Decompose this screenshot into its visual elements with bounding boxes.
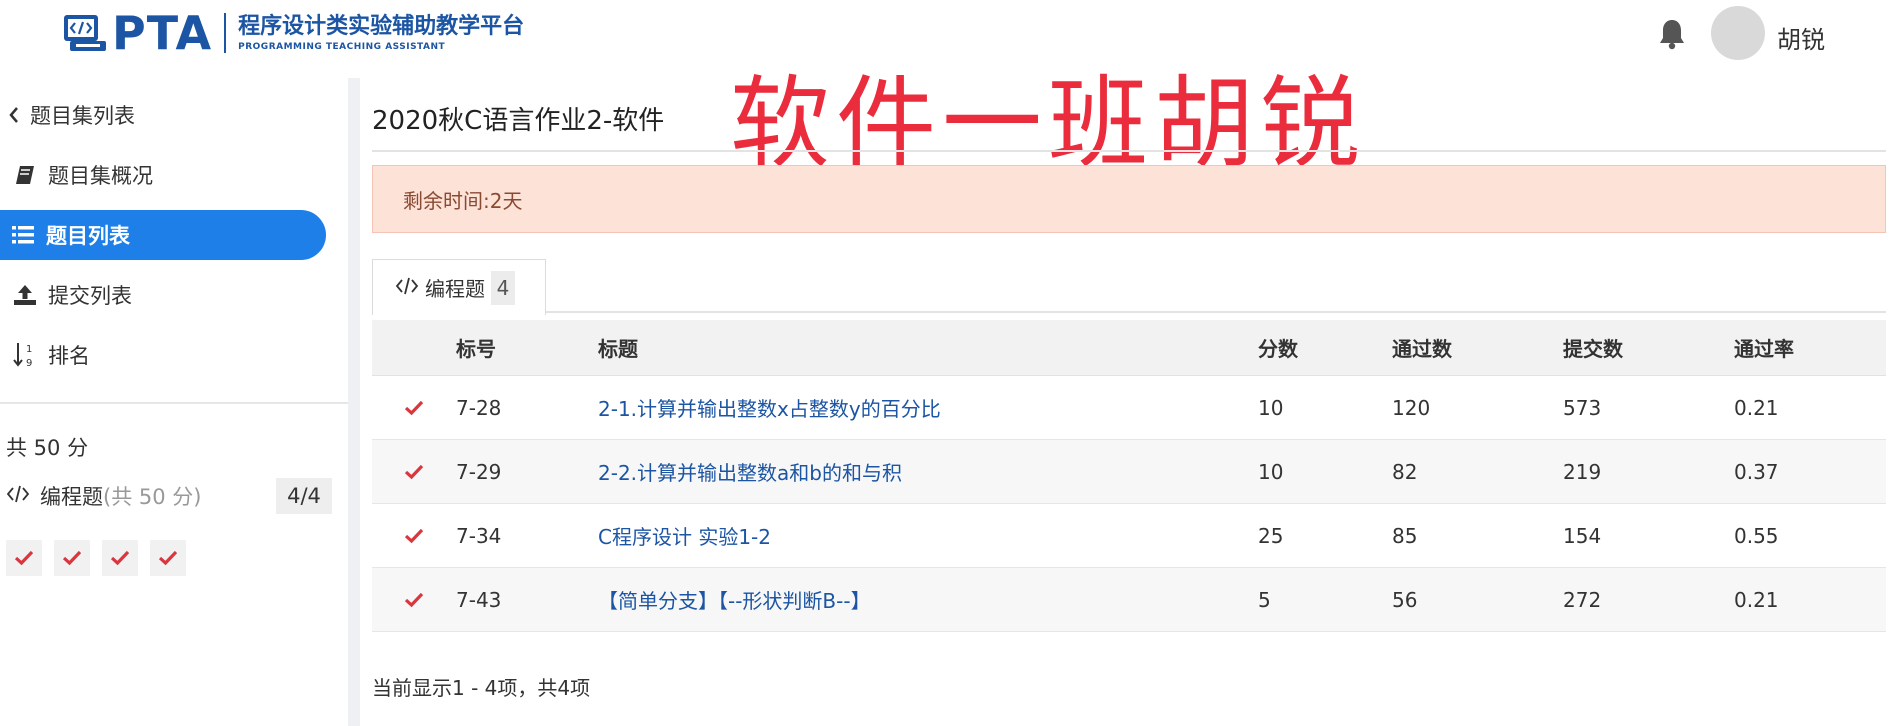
problem-title-cell: C程序设计 实验1-2 — [598, 521, 1258, 550]
header-pass-rate[interactable]: 通过率 — [1734, 333, 1884, 362]
tab-count-badge: 4 — [491, 270, 515, 305]
svg-text:9: 9 — [26, 358, 32, 368]
problem-type-progress: 4/4 — [276, 478, 332, 514]
problem-score: 10 — [1258, 395, 1284, 420]
table-header: 标号 标题 分数 通过数 提交数 通过率 — [372, 320, 1886, 376]
problem-submitted: 272 — [1563, 587, 1602, 612]
logo-title-cn: 程序设计类实验辅助教学平台 — [238, 14, 525, 39]
list-icon — [10, 222, 36, 248]
accepted-check-icon — [372, 464, 456, 480]
problem-submitted: 219 — [1563, 459, 1602, 484]
title-divider — [372, 150, 1886, 152]
sidebar-item-label: 提交列表 — [48, 284, 132, 308]
sidebar-item-label: 题目集概况 — [48, 164, 153, 188]
tab-programming[interactable]: 编程题 4 — [372, 259, 546, 315]
problem-check-4[interactable] — [150, 540, 186, 576]
chevron-left-icon — [4, 102, 24, 128]
problem-passed: 85 — [1392, 523, 1418, 548]
code-icon — [395, 276, 419, 300]
problem-score: 5 — [1258, 587, 1271, 612]
svg-text:1: 1 — [26, 344, 32, 355]
problem-title-cell: 2-1.计算并输出整数x占整数y的百分比 — [598, 393, 1258, 422]
table-row[interactable]: 7-29 2-2.计算并输出整数a和b的和与积 10 82 219 0.37 — [372, 440, 1886, 504]
problem-check-2[interactable] — [54, 540, 90, 576]
sidebar-divider — [0, 402, 348, 404]
tab-label: 编程题 — [425, 277, 485, 301]
check-icon — [62, 550, 82, 566]
problem-title-link[interactable]: C程序设计 实验1-2 — [598, 525, 771, 549]
logo-separator — [224, 13, 227, 53]
logo-title-en: PROGRAMMING TEACHING ASSISTANT — [238, 42, 446, 52]
problem-number: 7-29 — [456, 459, 502, 484]
check-icon — [110, 550, 130, 566]
check-icon — [158, 550, 178, 566]
problem-title-link[interactable]: 2-2.计算并输出整数a和b的和与积 — [598, 461, 902, 485]
problem-type-tabs: 编程题 4 — [372, 259, 1886, 315]
upload-icon — [12, 282, 38, 308]
total-score: 共 50 分 — [6, 436, 89, 460]
check-icon — [14, 550, 34, 566]
book-icon — [12, 162, 38, 188]
problem-score: 25 — [1258, 523, 1284, 548]
accepted-check-icon — [372, 592, 456, 608]
problem-pass-rate: 0.21 — [1734, 395, 1779, 420]
problem-passed: 56 — [1392, 587, 1418, 612]
sidebar-item-submissions[interactable]: 提交列表 — [0, 270, 326, 320]
header-number[interactable]: 标号 — [456, 333, 598, 362]
sidebar-back-to-problem-sets[interactable]: 题目集列表 — [0, 90, 326, 140]
problem-passed: 120 — [1392, 395, 1431, 420]
table-row[interactable]: 7-43 【简单分支】【--形状判断B--】 5 56 272 0.21 — [372, 568, 1886, 632]
table-row[interactable]: 7-34 C程序设计 实验1-2 25 85 154 0.55 — [372, 504, 1886, 568]
sidebar-item-label: 排名 — [48, 344, 90, 368]
code-screen-icon — [64, 15, 106, 51]
sort-numeric-icon: 1 9 — [12, 342, 38, 368]
problem-pass-rate: 0.37 — [1734, 459, 1779, 484]
problem-status-checks — [6, 540, 198, 576]
layout-gutter — [348, 78, 360, 726]
problem-submitted: 154 — [1563, 523, 1602, 548]
problem-pass-rate: 0.21 — [1734, 587, 1779, 612]
bell-icon[interactable] — [1658, 18, 1686, 50]
accepted-check-icon — [372, 528, 456, 544]
header-title[interactable]: 标题 — [598, 333, 1258, 362]
problem-check-3[interactable] — [102, 540, 138, 576]
problem-submitted: 573 — [1563, 395, 1602, 420]
main-content: 2020秋C语言作业2-软件 软件一班胡锐 剩余时间:2天 编程题 4 标号 标… — [360, 65, 1896, 726]
problem-score: 10 — [1258, 459, 1284, 484]
username[interactable]: 胡锐 — [1777, 20, 1825, 55]
sidebar-item-overview[interactable]: 题目集概况 — [0, 150, 326, 200]
problem-passed: 82 — [1392, 459, 1418, 484]
problem-title-link[interactable]: 2-1.计算并输出整数x占整数y的百分比 — [598, 397, 941, 421]
code-icon — [6, 484, 30, 508]
pagination-info: 当前显示1 - 4项，共4项 — [372, 676, 591, 700]
problem-table: 标号 标题 分数 通过数 提交数 通过率 7-28 2-1.计算并输出整数x占整… — [372, 320, 1886, 632]
logo-text: 程序设计类实验辅助教学平台 PROGRAMMING TEACHING ASSIS… — [238, 13, 524, 53]
header-score[interactable]: 分数 — [1258, 333, 1392, 362]
logo-wordmark: PTA — [112, 6, 213, 60]
problem-check-1[interactable] — [6, 540, 42, 576]
accepted-check-icon — [372, 400, 456, 416]
avatar[interactable] — [1711, 6, 1765, 60]
problem-type-score: (共 50 分) — [103, 485, 202, 509]
sidebar-item-problem-list[interactable]: 题目列表 — [0, 210, 326, 260]
sidebar-back-label: 题目集列表 — [30, 104, 135, 128]
problem-type-summary[interactable]: 编程题 (共 50 分) 4/4 — [6, 476, 332, 516]
sidebar: 题目集列表 题目集概况 题目列表 提交列表 1 9 排名 共 50 分 编程题 … — [0, 78, 348, 726]
problem-title-cell: 2-2.计算并输出整数a和b的和与积 — [598, 457, 1258, 486]
problem-title-link[interactable]: 【简单分支】【--形状判断B--】 — [598, 589, 871, 613]
problem-pass-rate: 0.55 — [1734, 523, 1779, 548]
pta-logo[interactable]: PTA 程序设计类实验辅助教学平台 PROGRAMMING TEACHING A… — [62, 6, 524, 60]
header-submitted[interactable]: 提交数 — [1563, 333, 1734, 362]
problem-number: 7-28 — [456, 395, 502, 420]
problem-type-label: 编程题 — [40, 485, 103, 509]
sidebar-item-rank[interactable]: 1 9 排名 — [0, 330, 326, 380]
problem-number: 7-43 — [456, 587, 502, 612]
header-passed[interactable]: 通过数 — [1392, 333, 1563, 362]
page-title: 2020秋C语言作业2-软件 — [372, 106, 665, 136]
sidebar-item-label: 题目列表 — [46, 224, 130, 248]
problem-title-cell: 【简单分支】【--形状判断B--】 — [598, 585, 1258, 614]
remaining-time-alert: 剩余时间:2天 — [372, 165, 1886, 233]
table-row[interactable]: 7-28 2-1.计算并输出整数x占整数y的百分比 10 120 573 0.2… — [372, 376, 1886, 440]
problem-number: 7-34 — [456, 523, 502, 548]
